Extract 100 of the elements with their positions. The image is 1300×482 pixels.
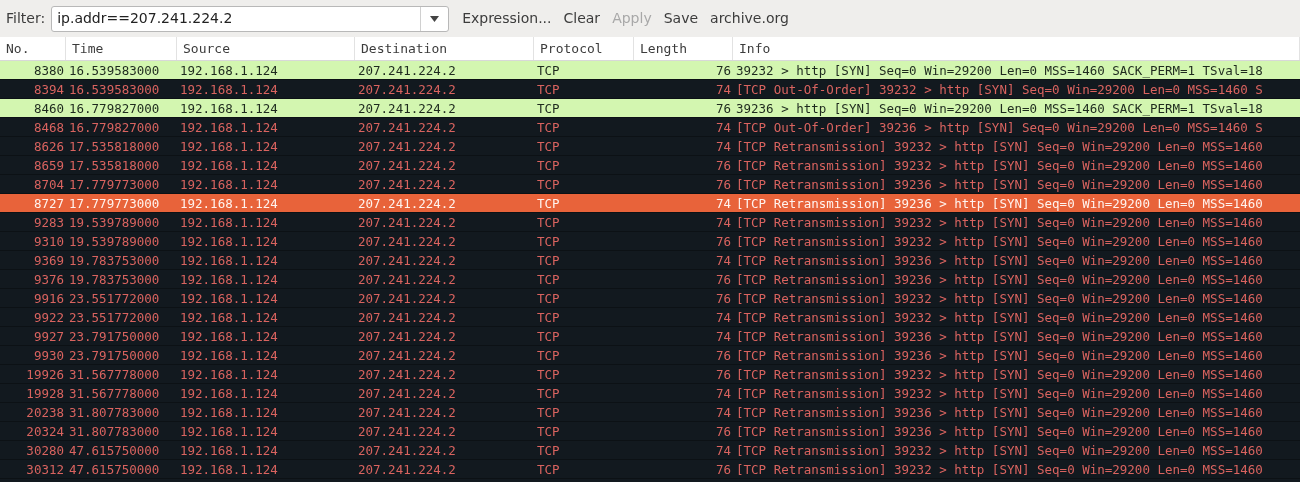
table-cell-text: 192.168.1.124 — [179, 213, 279, 232]
table-cell-text: 23.551772000 — [68, 289, 161, 308]
column-header[interactable]: Time — [66, 37, 177, 60]
column-header[interactable]: Protocol — [534, 37, 634, 60]
table-cell-text: 74 — [714, 441, 732, 460]
table-cell-text: 74 — [714, 403, 732, 422]
table-cell-text: 31.807783000 — [68, 403, 161, 422]
table-cell-text: 76 — [714, 156, 732, 175]
dropdown-caret-icon[interactable] — [430, 15, 440, 22]
table-cell-text: 207.241.224.2 — [357, 460, 457, 479]
toolbar-button[interactable]: Clear — [558, 5, 606, 32]
table-cell-text: TCP — [536, 99, 561, 118]
table-cell-text: 19.783753000 — [68, 251, 161, 270]
table-cell-text: 8626 — [32, 137, 65, 156]
table-cell-text: TCP — [536, 251, 561, 270]
table-cell-text: 23.791750000 — [68, 346, 161, 365]
table-cell-text: 76 — [714, 270, 732, 289]
table-cell-text: TCP — [536, 232, 561, 251]
table-cell-text: 19.539789000 — [68, 213, 161, 232]
table-cell-text: 39236 > http [SYN] Seq=0 Win=29200 Len=0 MSS=1460 SACK_PERM=1 TSval=18 — [735, 99, 1264, 118]
table-cell-text: TCP — [536, 156, 561, 175]
table-cell-text: 20238 — [25, 403, 65, 422]
table-cell-text: TCP — [536, 384, 561, 403]
table-cell-text: TCP — [536, 80, 561, 99]
column-header[interactable]: Source — [177, 37, 355, 60]
table-cell-text: 192.168.1.124 — [179, 346, 279, 365]
table-cell-text: 192.168.1.124 — [179, 137, 279, 156]
table-cell-text: 192.168.1.124 — [179, 194, 279, 213]
table-cell-text: [TCP Out-Of-Order] 39236 > http [SYN] Seq=0 Win=29200 Len=0 MSS=1460 S — [735, 118, 1264, 137]
table-cell-text: 74 — [714, 327, 732, 346]
table-cell-text: TCP — [536, 422, 561, 441]
packet-row[interactable]: 8460 16.779827000 192.168.1.124 207.241.224.2 TCP 76 39236 > http [SYN] Seq=0 Win=29200 Len=0 MSS=1460 SACK_PERM=1 TSval=18 — [0, 99, 1300, 118]
table-cell-text: 8394 — [32, 80, 65, 99]
filter-label: Filter: — [6, 9, 46, 28]
table-cell-text: 9922 — [32, 308, 65, 327]
table-cell-text: 8380 — [32, 61, 65, 80]
table-cell-text: 9927 — [32, 327, 65, 346]
table-cell-text: 30280 — [25, 441, 65, 460]
table-cell-text: [TCP Retransmission] 39232 > http [SYN] Seq=0 Win=29200 Len=0 MSS=1460 — [735, 384, 1264, 403]
table-cell-text: [TCP Retransmission] 39232 > http [SYN] Seq=0 Win=29200 Len=0 MSS=1460 — [735, 213, 1264, 232]
table-cell-text: 76 — [714, 346, 732, 365]
packet-row[interactable]: 8380 16.539583000 192.168.1.124 207.241.224.2 TCP 76 39232 > http [SYN] Seq=0 Win=29200 Len=0 MSS=1460 SACK_PERM=1 TSval=18 — [0, 61, 1300, 80]
table-cell-text: 207.241.224.2 — [357, 251, 457, 270]
table-cell-text: 17.779773000 — [68, 175, 161, 194]
toolbar-button[interactable]: Save — [658, 5, 704, 32]
table-cell-text: 47.615750000 — [68, 460, 161, 479]
table-cell-text: [TCP Retransmission] 39236 > http [SYN] Seq=0 Win=29200 Len=0 MSS=1460 — [735, 327, 1264, 346]
table-cell-text: 207.241.224.2 — [357, 327, 457, 346]
table-cell-text: 16.779827000 — [68, 118, 161, 137]
table-cell-text: TCP — [536, 346, 561, 365]
table-cell-text: 192.168.1.124 — [179, 232, 279, 251]
column-header[interactable]: No. — [0, 37, 66, 60]
table-cell-text: [TCP Retransmission] 39232 > http [SYN] Seq=0 Win=29200 Len=0 MSS=1460 — [735, 441, 1264, 460]
table-cell-text: 16.539583000 — [68, 61, 161, 80]
table-cell-text: TCP — [536, 403, 561, 422]
table-cell-text: 207.241.224.2 — [357, 99, 457, 118]
table-cell-text: [TCP Retransmission] 39232 > http [SYN] Seq=0 Win=29200 Len=0 MSS=1460 — [735, 308, 1264, 327]
table-cell-text: [TCP Retransmission] 39232 > http [SYN] Seq=0 Win=29200 Len=0 MSS=1460 — [735, 365, 1264, 384]
table-cell-text: 76 — [714, 99, 732, 118]
table-cell-text: 9916 — [32, 289, 65, 308]
column-header[interactable]: Length — [634, 37, 733, 60]
table-cell-text: 23.791750000 — [68, 327, 161, 346]
table-cell-text: 31.567778000 — [68, 384, 161, 403]
table-cell-text: 19.783753000 — [68, 270, 161, 289]
table-cell-text: [TCP Retransmission] 39236 > http [SYN] Seq=0 Win=29200 Len=0 MSS=1460 — [735, 422, 1264, 441]
table-cell-text: 207.241.224.2 — [357, 365, 457, 384]
table-cell-text: 8659 — [32, 156, 65, 175]
table-cell-text: 207.241.224.2 — [357, 175, 457, 194]
table-cell-text: 9283 — [32, 213, 65, 232]
filter-field[interactable]: ip.addr==207.241.224.2 — [51, 5, 450, 32]
table-cell-text: 192.168.1.124 — [179, 289, 279, 308]
table-cell-text: 74 — [714, 384, 732, 403]
table-cell-text: 74 — [714, 194, 732, 213]
table-cell-text: 74 — [714, 80, 732, 99]
table-cell-text: 76 — [714, 232, 732, 251]
table-cell-text: [TCP Retransmission] 39232 > http [SYN] Seq=0 Win=29200 Len=0 MSS=1460 — [735, 232, 1264, 251]
table-cell-text: 74 — [714, 213, 732, 232]
table-cell-text: [TCP Retransmission] 39236 > http [SYN] Seq=0 Win=29200 Len=0 MSS=1460 — [735, 175, 1264, 194]
table-cell-text: [TCP Retransmission] 39236 > http [SYN] Seq=0 Win=29200 Len=0 MSS=1460 — [735, 251, 1264, 270]
toolbar-button[interactable]: Expression... — [457, 5, 557, 32]
toolbar-button[interactable]: archive.org — [705, 5, 794, 32]
table-cell-text: 192.168.1.124 — [179, 175, 279, 194]
table-cell-text: 19928 — [25, 384, 65, 403]
table-cell-text: 74 — [714, 137, 732, 156]
table-cell-text: TCP — [536, 61, 561, 80]
packet-row[interactable]: 8727 17.779773000 192.168.1.124 207.241.224.2 TCP 74 [TCP Retransmission] 39236 > http [SYN] Seq=0 Win=29200 Len=0 MSS=1460 — [0, 194, 1300, 213]
table-cell-text: 76 — [714, 61, 732, 80]
table-cell-text: 76 — [714, 460, 732, 479]
table-cell-text: 8460 — [32, 99, 65, 118]
table-cell-text: 76 — [714, 175, 732, 194]
column-header[interactable]: Destination — [355, 37, 534, 60]
table-cell-text: [TCP Out-Of-Order] 39232 > http [SYN] Seq=0 Win=29200 Len=0 MSS=1460 S — [735, 80, 1264, 99]
table-cell-text: 8468 — [32, 118, 65, 137]
column-header[interactable]: Info — [733, 37, 1300, 60]
table-cell-text: 19926 — [25, 365, 65, 384]
table-cell-text: 9376 — [32, 270, 65, 289]
table-cell-text: TCP — [536, 308, 561, 327]
table-cell-text: 207.241.224.2 — [357, 232, 457, 251]
table-cell-text: [TCP Retransmission] 39236 > http [SYN] Seq=0 Win=29200 Len=0 MSS=1460 — [735, 403, 1264, 422]
table-cell-text: TCP — [536, 175, 561, 194]
